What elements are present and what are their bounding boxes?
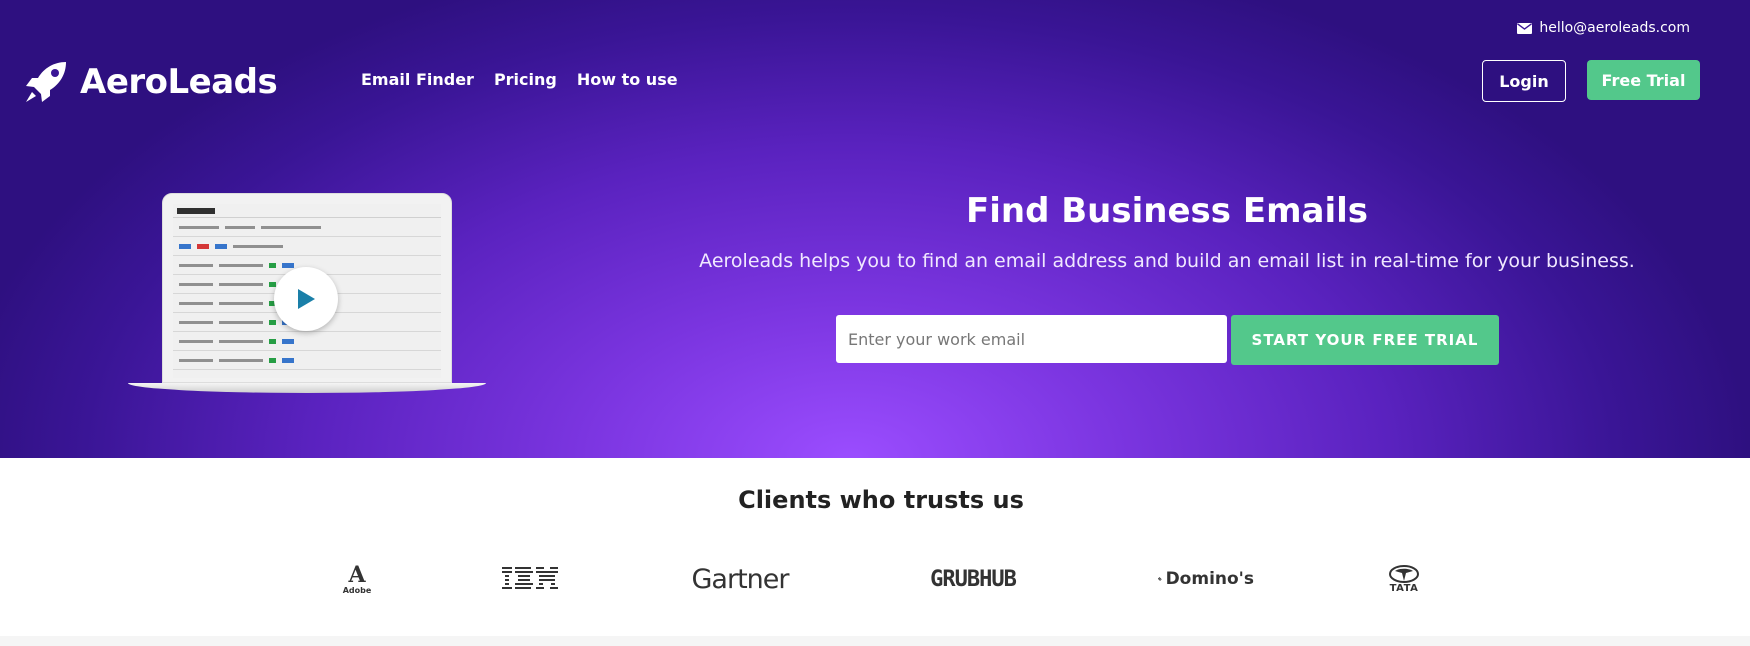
dominos-logo: Domino's [1158, 554, 1254, 604]
grubhub-logo: GRUBHUB [930, 566, 1017, 592]
nav-how-to-use[interactable]: How to use [577, 70, 678, 89]
hero-section: AeroLeads Email Finder Pricing How to us… [0, 0, 1750, 458]
domino-tile-icon [1158, 577, 1162, 581]
nav-email-finder[interactable]: Email Finder [361, 70, 474, 89]
adobe-logo: A Adobe [342, 561, 372, 595]
tata-logo: TATA [1386, 554, 1422, 604]
work-email-input[interactable] [836, 315, 1227, 363]
login-button[interactable]: Login [1482, 60, 1566, 102]
contact-email-text: hello@aeroleads.com [1539, 20, 1690, 36]
play-video-button[interactable] [274, 267, 338, 331]
hero-title: Find Business Emails [966, 191, 1368, 231]
client-logos: A Adobe Gartner GRUBHUB Domino's TATA [0, 554, 1750, 604]
laptop-base [128, 383, 486, 393]
play-icon [298, 289, 315, 309]
footer-strip [0, 636, 1750, 646]
gartner-logo: Gartner [691, 563, 790, 595]
ibm-logo [502, 554, 560, 604]
main-nav: Email Finder Pricing How to use [361, 70, 678, 89]
clients-title: Clients who trusts us [738, 486, 1024, 514]
demo-video-thumbnail[interactable] [128, 193, 486, 395]
brand-logo[interactable]: AeroLeads [22, 58, 278, 106]
adobe-mark-icon: A [348, 561, 366, 588]
brand-name: AeroLeads [80, 62, 278, 102]
free-trial-button[interactable]: Free Trial [1587, 60, 1700, 100]
tata-emblem-icon [1389, 564, 1419, 583]
ibm-wordmark-icon [502, 567, 558, 589]
hero-subtitle: Aeroleads helps you to find an email add… [699, 250, 1635, 272]
rocket-icon [26, 62, 66, 102]
nav-pricing[interactable]: Pricing [494, 70, 557, 89]
clients-section: Clients who trusts us A Adobe Gartner GR… [0, 458, 1750, 636]
start-free-trial-button[interactable]: START YOUR FREE TRIAL [1231, 315, 1499, 365]
contact-email-link[interactable]: hello@aeroleads.com [1517, 20, 1690, 36]
envelope-icon [1517, 22, 1533, 34]
